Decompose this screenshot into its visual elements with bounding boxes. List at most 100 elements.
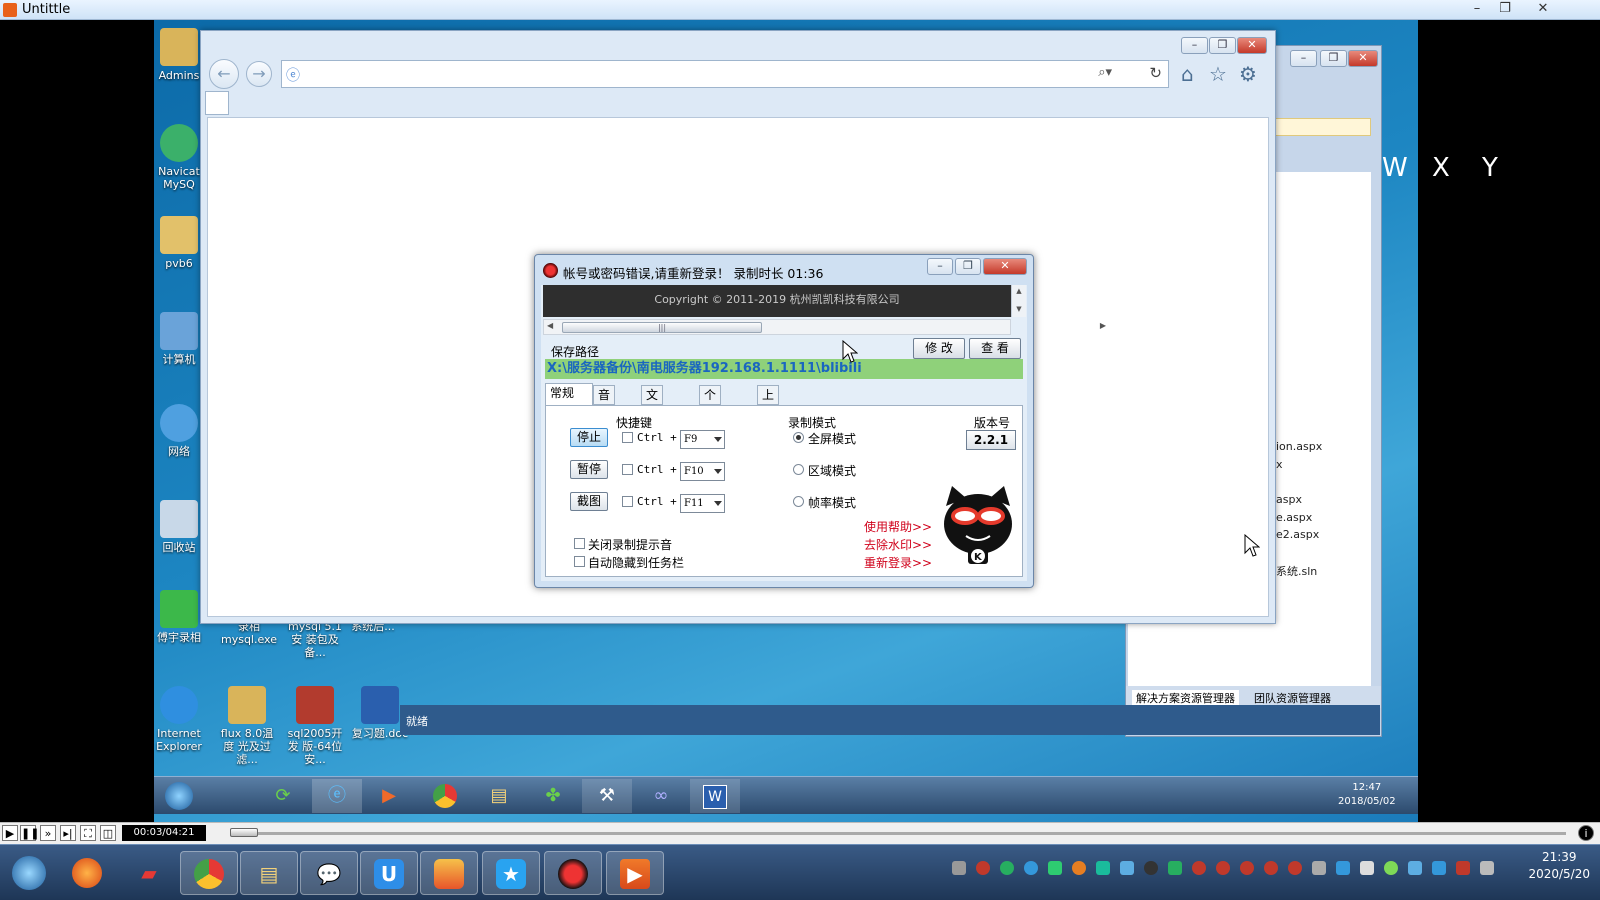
- minimize-button[interactable]: –: [1181, 37, 1208, 54]
- maximize-button[interactable]: ❐: [1209, 37, 1236, 54]
- pause-button[interactable]: 暂停: [570, 460, 608, 479]
- tools-taskbar-icon[interactable]: ⚒: [582, 779, 632, 813]
- recorder-tray-icon[interactable]: [976, 861, 990, 875]
- scroll-right-icon[interactable]: ▶: [1100, 321, 1106, 330]
- app-tray-icon[interactable]: [1456, 861, 1470, 875]
- visual-studio-taskbar-icon[interactable]: ∞: [636, 779, 686, 813]
- close-button[interactable]: ✕: [1237, 37, 1267, 54]
- word-taskbar-icon[interactable]: W: [690, 779, 740, 813]
- desktop-icon[interactable]: mysql 5.1安 装包及备...: [284, 620, 346, 659]
- player-taskbar-icon[interactable]: ▶: [606, 851, 664, 895]
- help-link[interactable]: 使用帮助>>: [864, 518, 932, 535]
- tab-watermark[interactable]: 个性水印: [699, 385, 722, 456]
- hotkey-select[interactable]: F10: [680, 462, 725, 481]
- app-tray-icon[interactable]: [1072, 861, 1086, 875]
- framerate-mode-radio[interactable]: [793, 496, 804, 507]
- fullscreen-mode-radio[interactable]: [793, 432, 804, 443]
- scroll-up-icon[interactable]: ▲: [1012, 285, 1026, 297]
- minimize-button[interactable]: –: [1290, 50, 1317, 67]
- recorder-taskbar-icon[interactable]: [544, 851, 602, 895]
- hotkey-checkbox[interactable]: [622, 432, 633, 443]
- hotkey-select[interactable]: F11: [680, 494, 725, 513]
- app-tray-icon[interactable]: [1168, 861, 1182, 875]
- stop-button[interactable]: 停止: [570, 428, 608, 447]
- fast-forward-icon[interactable]: »: [40, 825, 56, 841]
- file-item[interactable]: 系统.sln: [1276, 563, 1317, 579]
- maximize-button[interactable]: ❐: [1320, 50, 1347, 67]
- qq-tray-icon[interactable]: [1288, 861, 1302, 875]
- qq-tray-icon[interactable]: [1264, 861, 1278, 875]
- seek-thumb[interactable]: [230, 828, 259, 837]
- star-app-taskbar-icon[interactable]: ★: [482, 851, 540, 895]
- fullscreen-icon[interactable]: ⛶: [80, 825, 96, 841]
- screenshot-button[interactable]: 截图: [570, 492, 608, 511]
- address-bar[interactable]: ⓔ ⌕▾ ↻: [281, 60, 1169, 88]
- chrome-taskbar-icon[interactable]: [180, 851, 238, 895]
- minimize-button[interactable]: –: [1466, 0, 1488, 18]
- app-tray-icon[interactable]: [1000, 861, 1014, 875]
- pause-icon[interactable]: ❚❚: [20, 825, 39, 841]
- internet-explorer-taskbar-icon[interactable]: ⓔ: [312, 779, 362, 813]
- scroll-down-icon[interactable]: ▼: [1012, 303, 1026, 315]
- file-item[interactable]: x: [1276, 458, 1283, 471]
- tab-general[interactable]: 常规: [545, 383, 593, 405]
- network-signal-tray-icon[interactable]: [1360, 861, 1374, 875]
- maximize-button[interactable]: ❐: [1494, 0, 1516, 18]
- file-item[interactable]: ion.aspx: [1276, 440, 1322, 453]
- desktop-icon[interactable]: Internet Explorer: [154, 686, 210, 753]
- start-button[interactable]: [154, 779, 204, 813]
- desktop-icon[interactable]: sql2005开发 版-64位安...: [284, 686, 346, 766]
- vertical-scrollbar[interactable]: ▲ ▼: [1011, 285, 1026, 317]
- close-button[interactable]: ✕: [1348, 50, 1378, 67]
- browser-tab[interactable]: [205, 91, 229, 115]
- refresh-icon[interactable]: ↻: [1149, 64, 1162, 82]
- firefox-taskbar-icon[interactable]: [58, 851, 116, 895]
- file-item[interactable]: e.aspx: [1276, 511, 1312, 524]
- tab-team-explorer[interactable]: 团队资源管理器: [1254, 690, 1331, 706]
- desktop-icon[interactable]: flux 8.0温度 光及过滤...: [216, 686, 278, 766]
- search-icon[interactable]: ⌕▾: [1098, 65, 1112, 80]
- file-explorer-taskbar-icon[interactable]: ▤: [240, 851, 298, 895]
- app-tray-icon[interactable]: [1144, 861, 1158, 875]
- media-player-taskbar-icon[interactable]: ▶: [364, 779, 414, 813]
- qq-tray-icon[interactable]: [1216, 861, 1230, 875]
- file-item[interactable]: e2.aspx: [1276, 528, 1319, 541]
- auto-hide-checkbox[interactable]: [574, 556, 585, 567]
- app-tray-icon[interactable]: [1096, 861, 1110, 875]
- fit-window-icon[interactable]: ◫: [100, 825, 116, 841]
- close-button[interactable]: ✕: [1532, 0, 1554, 18]
- hotkey-checkbox[interactable]: [622, 464, 633, 475]
- seek-bar[interactable]: [230, 828, 1566, 837]
- close-button[interactable]: ✕: [983, 258, 1027, 275]
- mute-prompt-checkbox[interactable]: [574, 538, 585, 549]
- region-mode-radio[interactable]: [793, 464, 804, 475]
- app-tray-icon[interactable]: [1120, 861, 1134, 875]
- home-icon[interactable]: ⌂: [1181, 61, 1194, 87]
- ie-refresh-taskbar-icon[interactable]: ⟳: [258, 779, 308, 813]
- battery-tray-icon[interactable]: [1312, 861, 1326, 875]
- ime-tray-icon[interactable]: [1432, 861, 1446, 875]
- scrollbar-thumb[interactable]: |||: [562, 322, 762, 333]
- clover-taskbar-icon[interactable]: ✤: [528, 779, 578, 813]
- remove-watermark-link[interactable]: 去除水印>>: [864, 536, 932, 553]
- forward-button[interactable]: →: [246, 61, 272, 87]
- shield-taskbar-icon[interactable]: U: [360, 851, 418, 895]
- view-button[interactable]: 查 看: [969, 338, 1021, 359]
- hotkey-select[interactable]: F9: [680, 430, 725, 449]
- file-item[interactable]: aspx: [1276, 493, 1302, 506]
- volume-tray-icon[interactable]: [1480, 861, 1494, 875]
- chrome-taskbar-icon[interactable]: [420, 779, 470, 813]
- modify-button[interactable]: 修 改: [913, 338, 965, 359]
- tab-solution-explorer[interactable]: 解决方案资源管理器: [1132, 690, 1239, 706]
- system-clock[interactable]: 21:39 2020/5/20: [1528, 849, 1590, 883]
- bluetooth-tray-icon[interactable]: [1408, 861, 1422, 875]
- favorites-star-icon[interactable]: ☆: [1209, 61, 1227, 87]
- info-icon[interactable]: i: [1578, 825, 1594, 841]
- minimize-button[interactable]: –: [927, 258, 953, 275]
- relogin-link[interactable]: 重新登录>>: [864, 554, 932, 571]
- maximize-button[interactable]: ❐: [955, 258, 981, 275]
- app-tray-icon[interactable]: [1048, 861, 1062, 875]
- shield-tray-icon[interactable]: [1336, 861, 1350, 875]
- hotkey-checkbox[interactable]: [622, 496, 633, 507]
- next-frame-icon[interactable]: ▸|: [60, 825, 76, 841]
